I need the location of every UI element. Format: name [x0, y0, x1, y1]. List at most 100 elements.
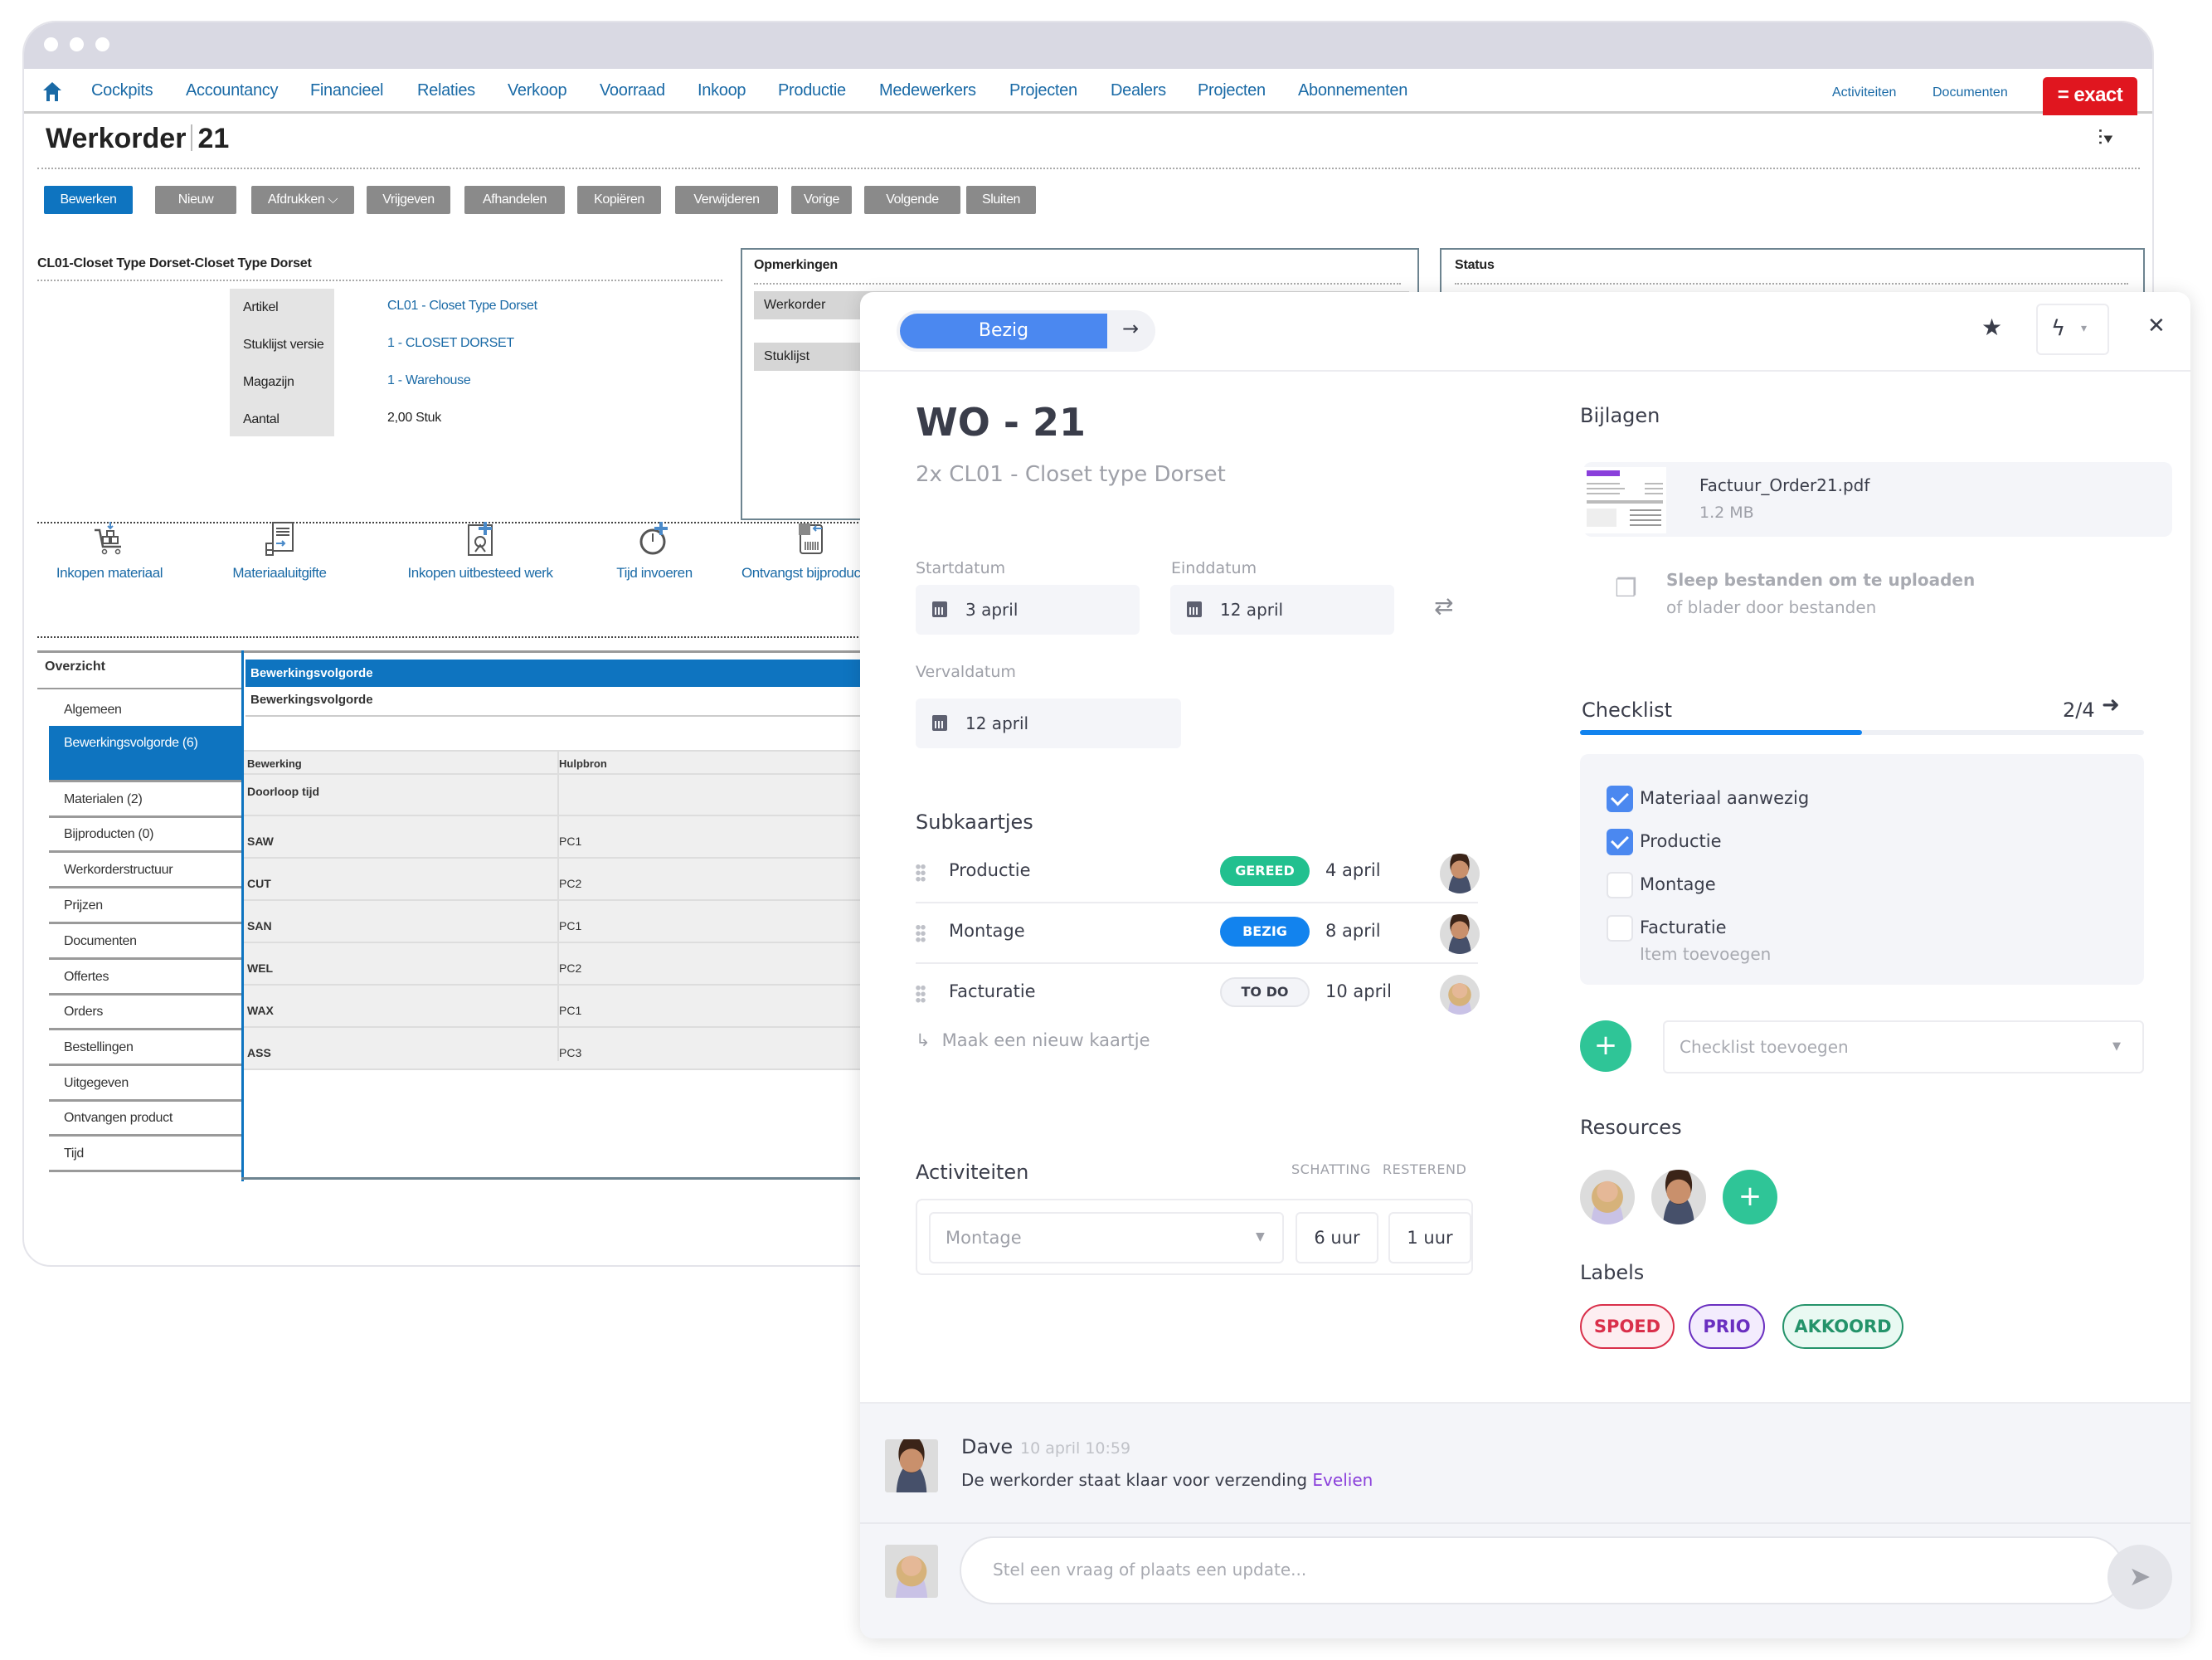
nav-abonnementen[interactable]: Abonnementen	[1298, 81, 1407, 100]
add-checklist-item-input[interactable]: Item toevoegen	[1640, 944, 1771, 964]
sidebar-item[interactable]: Orders	[49, 995, 241, 1030]
estimate-field[interactable]: 6 uur	[1296, 1212, 1378, 1263]
upload-dropzone-primary[interactable]: Sleep bestanden om te uploaden	[1666, 570, 1975, 590]
nieuw-button[interactable]: Nieuw	[155, 186, 236, 214]
tab-bewerkingsvolgorde[interactable]: Bewerkingsvolgorde	[246, 660, 892, 687]
sidebar-item[interactable]: Werkorderstructuur	[49, 853, 241, 888]
nav-dealers[interactable]: Dealers	[1111, 81, 1166, 100]
nav-verkoop[interactable]: Verkoop	[508, 81, 567, 100]
window-dot-maximize[interactable]	[95, 37, 109, 51]
remaining-field[interactable]: 1 uur	[1388, 1212, 1471, 1263]
sidebar-item[interactable]: Offertes	[49, 960, 241, 996]
sidebar-item[interactable]: Bijproducten (0)	[49, 817, 241, 853]
sidebar-item[interactable]: Uitgegeven	[49, 1066, 241, 1102]
nav-relaties[interactable]: Relaties	[417, 81, 475, 100]
activity-select[interactable]: Montage ▼	[929, 1212, 1284, 1263]
checklist-open-arrow-icon[interactable]: ➜	[2102, 693, 2120, 718]
stuklijst-link[interactable]: 1 - CLOSET DORSET	[387, 336, 514, 351]
next-status-arrow-icon[interactable]: →	[1122, 317, 1139, 340]
nav-accountancy[interactable]: Accountancy	[186, 81, 279, 100]
nav-activiteiten[interactable]: Activiteiten	[1832, 85, 1896, 100]
sidebar-item[interactable]: Algemeen	[49, 693, 241, 728]
checklist-checkbox[interactable]	[1607, 872, 1633, 898]
sidebar-item[interactable]: Bestellingen	[49, 1030, 241, 1066]
window-dot-close[interactable]	[44, 37, 58, 51]
subcard-status-badge[interactable]: GEREED	[1220, 856, 1310, 886]
nav-projecten-2[interactable]: Projecten	[1198, 81, 1266, 100]
table-row[interactable]: SAN PC1	[244, 901, 891, 943]
nav-documenten[interactable]: Documenten	[1932, 85, 2008, 100]
nav-productie[interactable]: Productie	[778, 81, 846, 100]
subcard-row[interactable]: Productie GEREED 4 april	[916, 844, 1480, 903]
subcard-status-badge[interactable]: TO DO	[1220, 977, 1310, 1007]
table-row[interactable]: WEL PC2	[244, 943, 891, 986]
subcard-status-badge[interactable]: BEZIG	[1220, 917, 1310, 947]
checklist-checkbox[interactable]	[1607, 786, 1633, 812]
status-button[interactable]: Bezig	[900, 314, 1107, 348]
resource-avatar-female[interactable]	[1580, 1170, 1635, 1224]
sidebar-item[interactable]: Ontvangen product	[49, 1101, 241, 1137]
comment-mention[interactable]: Evelien	[1312, 1470, 1373, 1490]
sidebar-item[interactable]: Materialen (2)	[49, 782, 241, 818]
browse-files-link[interactable]: of blader door bestanden	[1666, 597, 1876, 617]
subcard-assignee-avatar[interactable]	[1440, 854, 1480, 893]
action-tijd-invoeren[interactable]: Tijd invoeren	[605, 520, 704, 582]
drag-handle-icon[interactable]	[916, 864, 926, 882]
nav-inkoop[interactable]: Inkoop	[698, 81, 746, 100]
table-row[interactable]: SAW PC1	[244, 816, 891, 859]
action-inkopen-materiaal[interactable]: Inkopen materiaal	[47, 520, 172, 582]
home-icon[interactable]	[42, 80, 62, 102]
artikel-link[interactable]: CL01 - Closet Type Dorset	[387, 299, 537, 314]
nav-financieel[interactable]: Financieel	[310, 81, 383, 100]
action-materiaaluitgifte[interactable]: Materiaaluitgifte	[221, 520, 338, 582]
label-chip[interactable]: AKKOORD	[1782, 1304, 1903, 1349]
vervaldatum-field[interactable]: 12 april	[916, 699, 1181, 748]
quick-actions-dropdown[interactable]: ϟ ▾	[2036, 304, 2109, 355]
tools-menu-icon[interactable]: ⫶▾	[2098, 125, 2113, 152]
vrijgeven-button[interactable]: Vrijgeven	[367, 186, 450, 214]
checklist-template-select[interactable]: Checklist toevoegen ▼	[1663, 1020, 2144, 1073]
subcard-row[interactable]: Facturatie TO DO 10 april	[916, 965, 1480, 1025]
nav-projecten[interactable]: Projecten	[1009, 81, 1077, 100]
kopieren-button[interactable]: Kopiëren	[577, 186, 661, 214]
bewerken-button[interactable]: Bewerken	[44, 186, 133, 214]
checklist-checkbox[interactable]	[1607, 829, 1633, 855]
startdatum-field[interactable]: 3 april	[916, 585, 1140, 635]
table-row[interactable]: WAX PC1	[244, 986, 891, 1028]
drag-handle-icon[interactable]	[916, 985, 926, 1003]
exact-logo[interactable]: = exact	[2043, 77, 2137, 115]
sluiten-button[interactable]: Sluiten	[966, 186, 1036, 214]
table-row[interactable]: CUT PC2	[244, 859, 891, 901]
add-resource-button[interactable]: +	[1723, 1170, 1777, 1224]
subcard-row[interactable]: Montage BEZIG 8 april	[916, 904, 1480, 964]
magazijn-link[interactable]: 1 - Warehouse	[387, 373, 471, 388]
action-inkopen-uitbesteed-werk[interactable]: Inkopen uitbesteed werk	[377, 520, 584, 582]
vorige-button[interactable]: Vorige	[791, 186, 852, 214]
subcard-assignee-avatar[interactable]	[1440, 914, 1480, 954]
einddatum-field[interactable]: 12 april	[1170, 585, 1394, 635]
label-chip[interactable]: SPOED	[1580, 1304, 1675, 1349]
volgende-button[interactable]: Volgende	[864, 186, 960, 214]
star-icon[interactable]: ★	[1981, 314, 2002, 341]
close-icon[interactable]: ✕	[2147, 314, 2166, 338]
attachment-item[interactable]: Factuur_Order21.pdf 1.2 MB	[1583, 462, 2172, 537]
window-dot-minimize[interactable]	[70, 37, 84, 51]
table-row[interactable]: Doorloop tijd	[244, 775, 891, 816]
nav-cockpits[interactable]: Cockpits	[91, 81, 153, 100]
checklist-checkbox[interactable]	[1607, 915, 1633, 942]
sidebar-item[interactable]: Tijd	[49, 1137, 241, 1172]
repeat-icon[interactable]: ⇄	[1434, 592, 1453, 620]
verwijderen-button[interactable]: Verwijderen	[675, 186, 778, 214]
afhandelen-button[interactable]: Afhandelen	[464, 186, 565, 214]
nav-voorraad[interactable]: Voorraad	[600, 81, 665, 100]
sidebar-item[interactable]: Documenten	[49, 924, 241, 960]
subcard-assignee-avatar[interactable]	[1440, 975, 1480, 1015]
sidebar-item[interactable]: Prijzen	[49, 888, 241, 924]
table-row[interactable]: ASS PC3	[244, 1028, 891, 1070]
afdrukken-button[interactable]: Afdrukken ⌵	[251, 186, 354, 214]
resource-avatar-male[interactable]	[1651, 1170, 1706, 1224]
label-chip[interactable]: PRIO	[1689, 1304, 1765, 1349]
send-icon[interactable]: ➤	[2107, 1545, 2172, 1609]
drag-handle-icon[interactable]	[916, 924, 926, 942]
comment-input[interactable]: Stel een vraag of plaats een update...	[960, 1536, 2124, 1604]
